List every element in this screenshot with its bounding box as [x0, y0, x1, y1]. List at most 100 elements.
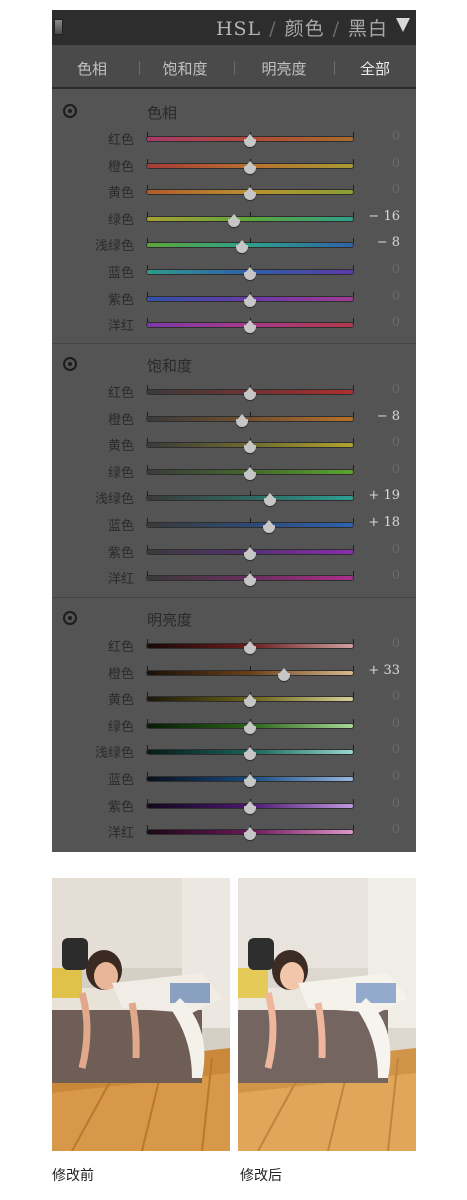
slider-track[interactable]	[147, 216, 353, 221]
slider-tick	[353, 692, 354, 698]
collapse-triangle-icon[interactable]	[396, 18, 410, 32]
slider-row: 紫色 0	[52, 538, 416, 564]
slider-label: 浅绿色	[94, 492, 134, 508]
slider-value[interactable]: + 19	[368, 488, 400, 503]
slider-thumb[interactable]	[244, 320, 256, 334]
slider-row: 黄色 0	[52, 431, 416, 457]
slider-value[interactable]: 0	[392, 769, 400, 784]
slider-thumb[interactable]	[244, 641, 256, 655]
slider-thumb[interactable]	[262, 520, 275, 534]
target-adjust-icon[interactable]	[63, 104, 77, 118]
slider-label: 浅绿色	[94, 746, 134, 762]
slider-thumb[interactable]	[235, 240, 248, 254]
slider-thumb[interactable]	[244, 573, 256, 587]
slider-thumb[interactable]	[235, 413, 248, 428]
slider-thumb[interactable]	[244, 293, 256, 308]
slider-thumb[interactable]	[244, 160, 256, 175]
slider-tick	[353, 718, 354, 724]
slider-label: 黄色	[107, 186, 134, 202]
slider-row: 绿色 0	[52, 458, 416, 484]
before-photo	[52, 878, 230, 1151]
slider-label: 绿色	[107, 719, 134, 735]
slider-value[interactable]: 0	[392, 382, 400, 397]
slider-value[interactable]: − 8	[377, 409, 400, 424]
tab-hue[interactable]: 色相	[77, 58, 107, 79]
slider-thumb[interactable]	[277, 667, 290, 682]
slider-tick	[353, 772, 354, 777]
tab-divider	[334, 61, 335, 75]
slider-thumb[interactable]	[244, 267, 256, 281]
slider-value[interactable]: 0	[392, 315, 400, 330]
slider-row: 浅绿色 0	[52, 738, 416, 764]
slider-track[interactable]	[147, 523, 353, 527]
tab-luminance[interactable]: 明亮度	[261, 58, 306, 79]
slider-thumb[interactable]	[244, 800, 256, 815]
slider-label: 洋红	[107, 826, 134, 842]
slider-value[interactable]: 0	[392, 542, 400, 557]
after-caption: 修改后	[240, 1168, 282, 1184]
slider-value[interactable]: − 16	[368, 209, 400, 224]
slider-row: 黄色 0	[52, 685, 416, 711]
slider-thumb[interactable]	[244, 720, 256, 735]
tab-all[interactable]: 全部	[360, 58, 390, 79]
slider-row: 蓝色 0	[52, 258, 416, 284]
slider-track[interactable]	[147, 670, 353, 675]
slider-thumb[interactable]	[244, 694, 256, 708]
slider-tick	[353, 318, 354, 324]
panel-header[interactable]: HSL / 颜色 / 黑白	[52, 10, 416, 45]
slider-thumb[interactable]	[244, 134, 256, 148]
slider-thumb[interactable]	[244, 546, 256, 561]
slider-value[interactable]: + 33	[368, 663, 400, 678]
slider-track[interactable]	[147, 496, 353, 501]
slider-value[interactable]: 0	[392, 129, 400, 144]
slider-value[interactable]: 0	[392, 462, 400, 477]
slider-tick	[250, 411, 251, 417]
slider-value[interactable]: 0	[392, 796, 400, 811]
slider-thumb[interactable]	[244, 466, 256, 481]
slider-row: 洋红 0	[52, 818, 416, 844]
slider-value[interactable]: 0	[392, 435, 400, 450]
slider-value[interactable]: 0	[392, 716, 400, 731]
slider-value[interactable]: − 8	[377, 235, 400, 250]
slider-value[interactable]: 0	[392, 568, 400, 583]
slider-thumb[interactable]	[244, 187, 256, 201]
slider-thumb[interactable]	[244, 440, 256, 454]
slider-track[interactable]	[147, 243, 353, 248]
slider-label: 蓝色	[107, 773, 134, 788]
slider-row: 紫色 0	[52, 285, 416, 311]
slider-row: 浅绿色 − 8	[52, 231, 416, 257]
slider-thumb[interactable]	[244, 747, 256, 761]
panel-handle-icon[interactable]	[54, 19, 63, 35]
color-mode-tab[interactable]: 颜色	[285, 18, 325, 40]
section-title: 色相	[147, 104, 178, 122]
section-hue: 色相 红色 0 橙色 0 黄色 0 绿色 − 16 浅绿色 − 8 蓝色 0 紫色 0 洋红 0	[52, 91, 416, 344]
slider-label: 绿色	[107, 465, 134, 481]
slider-tick	[353, 798, 354, 804]
slider-value[interactable]: 0	[392, 262, 400, 277]
slider-value[interactable]: 0	[392, 289, 400, 304]
slider-value[interactable]: 0	[392, 636, 400, 651]
tab-saturation[interactable]: 饱和度	[162, 58, 207, 79]
slider-thumb[interactable]	[244, 827, 256, 841]
slider-label: 洋红	[107, 319, 134, 335]
slider-thumb[interactable]	[227, 213, 240, 228]
slider-tick	[147, 798, 148, 804]
slider-label: 蓝色	[107, 519, 134, 534]
hsl-mode-tab[interactable]: HSL	[216, 18, 261, 40]
slider-value[interactable]: 0	[392, 822, 400, 837]
slider-thumb[interactable]	[263, 493, 276, 507]
slider-label: 紫色	[107, 545, 134, 561]
target-adjust-icon[interactable]	[63, 357, 77, 371]
slider-thumb[interactable]	[244, 387, 256, 401]
slider-value[interactable]: 0	[392, 742, 400, 757]
slider-track[interactable]	[147, 416, 353, 421]
slider-label: 洋红	[107, 572, 134, 588]
bw-mode-tab[interactable]: 黑白	[348, 18, 388, 40]
slider-value[interactable]: 0	[392, 182, 400, 197]
slider-value[interactable]: 0	[392, 156, 400, 171]
target-adjust-icon[interactable]	[63, 611, 77, 625]
slider-value[interactable]: 0	[392, 689, 400, 704]
section-divider	[52, 343, 416, 344]
slider-value[interactable]: + 18	[368, 515, 400, 530]
slider-thumb[interactable]	[244, 774, 256, 788]
